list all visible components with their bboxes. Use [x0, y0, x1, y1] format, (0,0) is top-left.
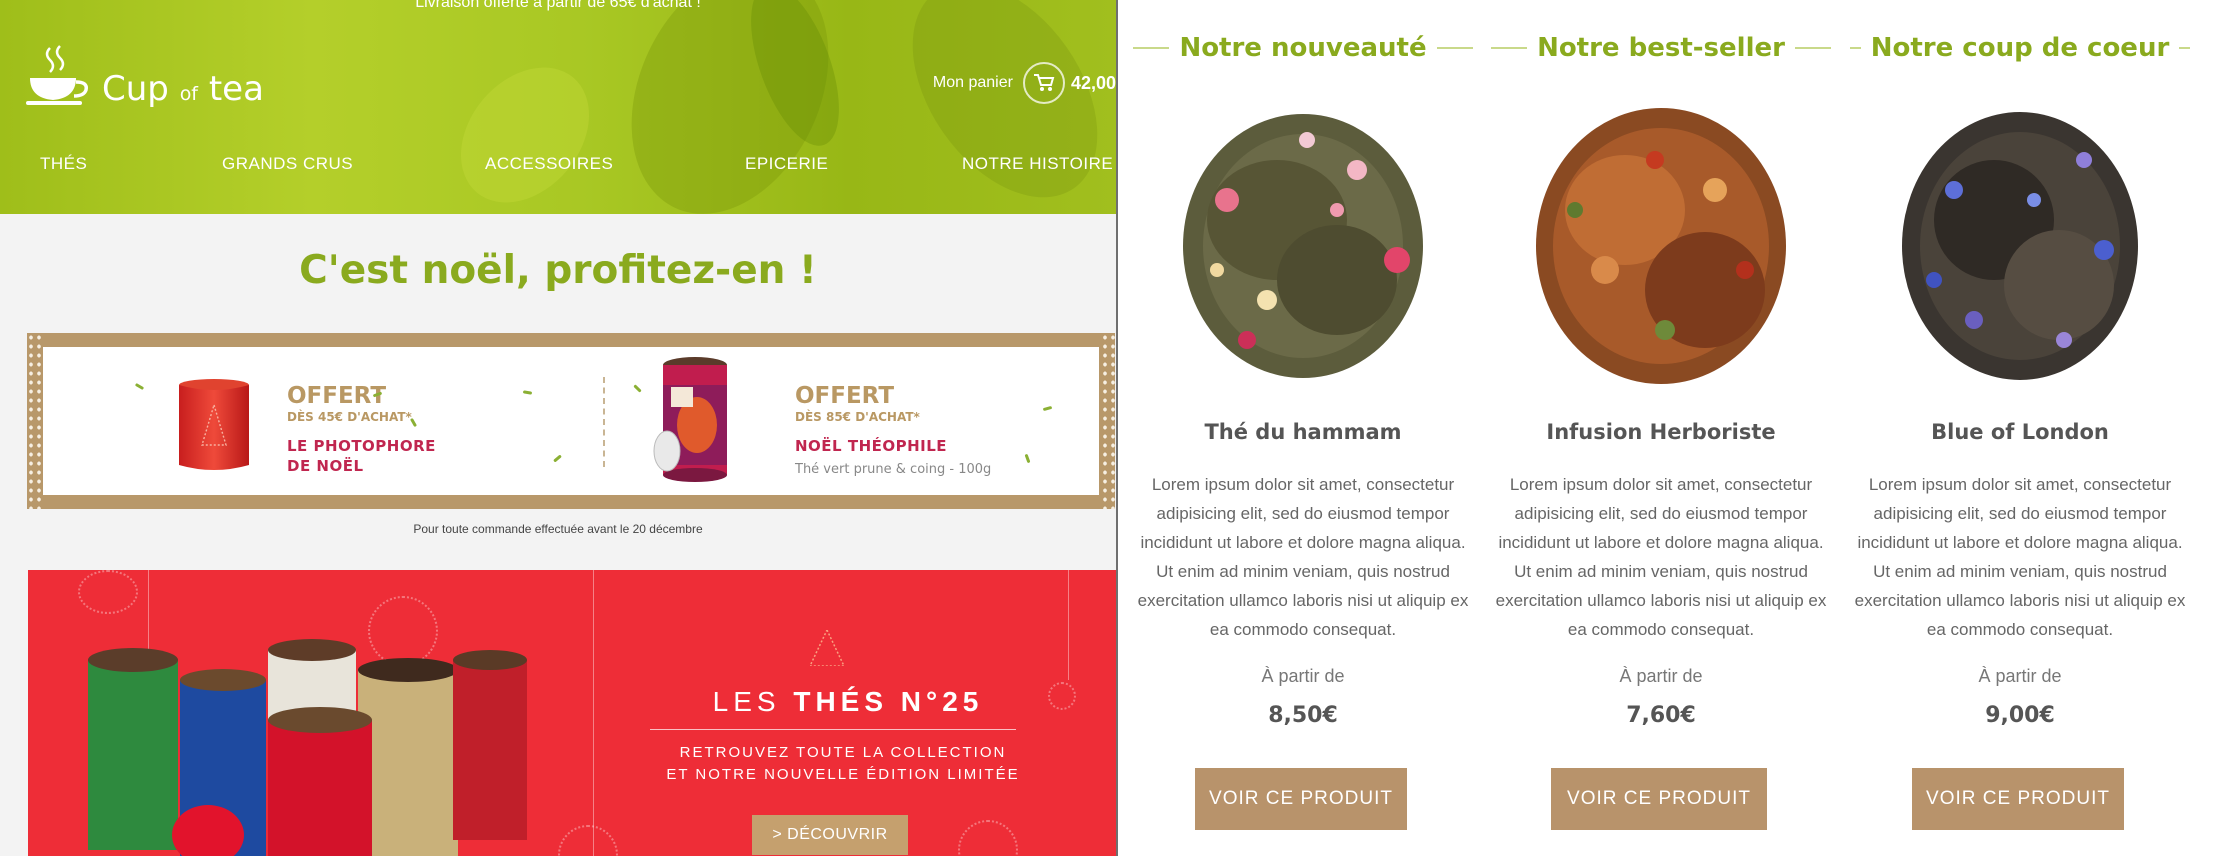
product-price: 7,60€	[1626, 703, 1696, 728]
banner-divider	[650, 729, 1016, 730]
product-heading: Notre best-seller	[1537, 33, 1785, 63]
ornament-string	[1068, 570, 1069, 680]
product-card-best-seller: Notre best-seller Infusion Herboriste Lo…	[1491, 0, 1832, 856]
banner-title: LES THÉS N°25	[712, 686, 984, 717]
gift-offer-banner[interactable]: OFFERT DÈS 45€ D'ACHAT* LE PHOTOPHORE DE…	[27, 333, 1115, 509]
cart-icon[interactable]	[1022, 62, 1065, 104]
nav-item-thes[interactable]: THÉS	[40, 154, 87, 174]
price-from-label: À partir de	[1619, 666, 1703, 686]
photophore-candle-image	[179, 379, 249, 470]
heading-rule	[1491, 47, 1528, 49]
product-image-infusion-herboriste[interactable]	[1515, 80, 1807, 404]
heading-rule	[1133, 47, 1170, 49]
banner-subtitle: RETROUVEZ TOUTE LA COLLECTION ET NOTRE N…	[666, 744, 1020, 783]
tea-tins-collection-image	[88, 639, 527, 856]
leaf-speck-decor	[1024, 453, 1031, 464]
product-card-coup-de-coeur: Notre coup de coeur Blue of London Lorem…	[1850, 0, 2191, 856]
logo-text: Cup of tea	[102, 69, 264, 109]
offer-threshold: DÈS 85€ D'ACHAT*	[795, 410, 920, 424]
ornament-ball	[958, 820, 1018, 856]
price-from-label: À partir de	[1978, 666, 2062, 686]
ornament-ball	[1048, 682, 1076, 710]
main-nav: THÉS GRANDS CRUS ACCESSOIRES EPICERIE NO…	[0, 154, 1116, 182]
product-name[interactable]: Thé du hammam	[1133, 420, 1473, 444]
thes-n25-banner[interactable]: LES THÉS N°25 RETROUVEZ TOUTE LA COLLECT…	[28, 570, 1116, 856]
christmas-tree-ornament	[810, 630, 844, 666]
product-highlights-panel: Notre nouveauté Thé du hammam Lorem ipsu…	[1118, 0, 2240, 856]
product-image-blue-of-london[interactable]	[1874, 80, 2166, 404]
heading-rule	[1794, 47, 1832, 49]
noel-theophile-tin-image	[653, 357, 727, 482]
product-price: 8,50€	[1268, 703, 1338, 728]
offer-title: OFFERT	[287, 383, 387, 409]
product-heading-row: Notre nouveauté	[1133, 30, 1474, 66]
product-description: Lorem ipsum dolor sit amet, consectetur …	[1854, 475, 2186, 639]
product-heading-row: Notre best-seller	[1491, 30, 1832, 66]
nav-item-accessoires[interactable]: ACCESSOIRES	[485, 154, 613, 174]
page-title: C'est noël, profitez-en !	[299, 248, 817, 293]
offer-product: NOËL THÉOPHILE	[795, 437, 948, 455]
view-product-button[interactable]: VOIR CE PRODUIT	[1195, 768, 1407, 830]
offer-conditions-note: Pour toute commande effectuée avant le 2…	[413, 522, 703, 536]
discover-button[interactable]: > DÉCOUVRIR	[752, 815, 908, 855]
nav-item-epicerie[interactable]: EPICERIE	[745, 154, 828, 174]
ornament-ball	[78, 570, 138, 614]
cart-summary[interactable]: Mon panier 42,00	[933, 62, 1116, 104]
heading-rule	[1436, 47, 1474, 49]
leaf-speck-decor	[134, 382, 145, 391]
product-image-the-du-hammam[interactable]	[1157, 80, 1449, 404]
free-shipping-promo: Livraison offerte à partir de 65€ d'acha…	[415, 0, 701, 11]
offer-separator	[603, 377, 605, 467]
leaf-speck-decor	[522, 390, 533, 395]
leaf-speck-decor	[1042, 405, 1053, 412]
view-product-button[interactable]: VOIR CE PRODUIT	[1551, 768, 1767, 830]
heading-rule	[2179, 47, 2191, 49]
nav-item-notre-histoire[interactable]: NOTRE HISTOIRE	[962, 154, 1113, 174]
offer-photophore: OFFERT DÈS 45€ D'ACHAT* LE PHOTOPHORE DE…	[287, 383, 436, 476]
leaf-speck-decor	[633, 384, 642, 393]
teacup-logo-icon	[26, 44, 92, 113]
cart-label: Mon panier	[932, 74, 1013, 91]
offer-title: OFFERT	[795, 383, 895, 409]
tea-leaf-decor	[434, 42, 616, 214]
dot-border	[27, 333, 41, 509]
ornament-ball	[558, 825, 618, 856]
gift-offer-content: OFFERT DÈS 45€ D'ACHAT* LE PHOTOPHORE DE…	[43, 347, 1099, 495]
price-from-label: À partir de	[1261, 666, 1345, 686]
dot-border	[1101, 333, 1115, 509]
product-description: Lorem ipsum dolor sit amet, consectetur …	[1495, 475, 1827, 639]
product-price: 9,00€	[1985, 703, 2055, 728]
ornament-string	[593, 570, 594, 856]
view-product-button[interactable]: VOIR CE PRODUIT	[1912, 768, 2124, 830]
heading-rule	[1850, 47, 1861, 49]
product-description: Lorem ipsum dolor sit amet, consectetur …	[1137, 475, 1469, 639]
offer-product: LE PHOTOPHORE DE NOËL	[287, 437, 436, 475]
site-header: Livraison offerte à partir de 65€ d'acha…	[0, 0, 1116, 214]
product-card-nouveaute: Notre nouveauté Thé du hammam Lorem ipsu…	[1133, 0, 1474, 856]
offer-description: Thé vert prune & coing - 100g	[795, 462, 992, 477]
product-heading: Notre nouveauté	[1179, 33, 1427, 63]
newsletter-left-panel: Livraison offerte à partir de 65€ d'acha…	[0, 0, 1116, 856]
product-name[interactable]: Blue of London	[1850, 420, 2190, 444]
product-heading-row: Notre coup de coeur	[1850, 30, 2191, 66]
nav-item-grands-crus[interactable]: GRANDS CRUS	[222, 154, 353, 174]
product-name[interactable]: Infusion Herboriste	[1491, 420, 1831, 444]
site-logo[interactable]: Cup of tea	[26, 44, 264, 113]
leaf-speck-decor	[553, 454, 562, 463]
product-heading: Notre coup de coeur	[1870, 33, 2170, 63]
cart-amount: 42,00	[1070, 72, 1116, 93]
offer-noel-theophile: OFFERT DÈS 85€ D'ACHAT* NOËL THÉOPHILE T…	[795, 383, 991, 477]
